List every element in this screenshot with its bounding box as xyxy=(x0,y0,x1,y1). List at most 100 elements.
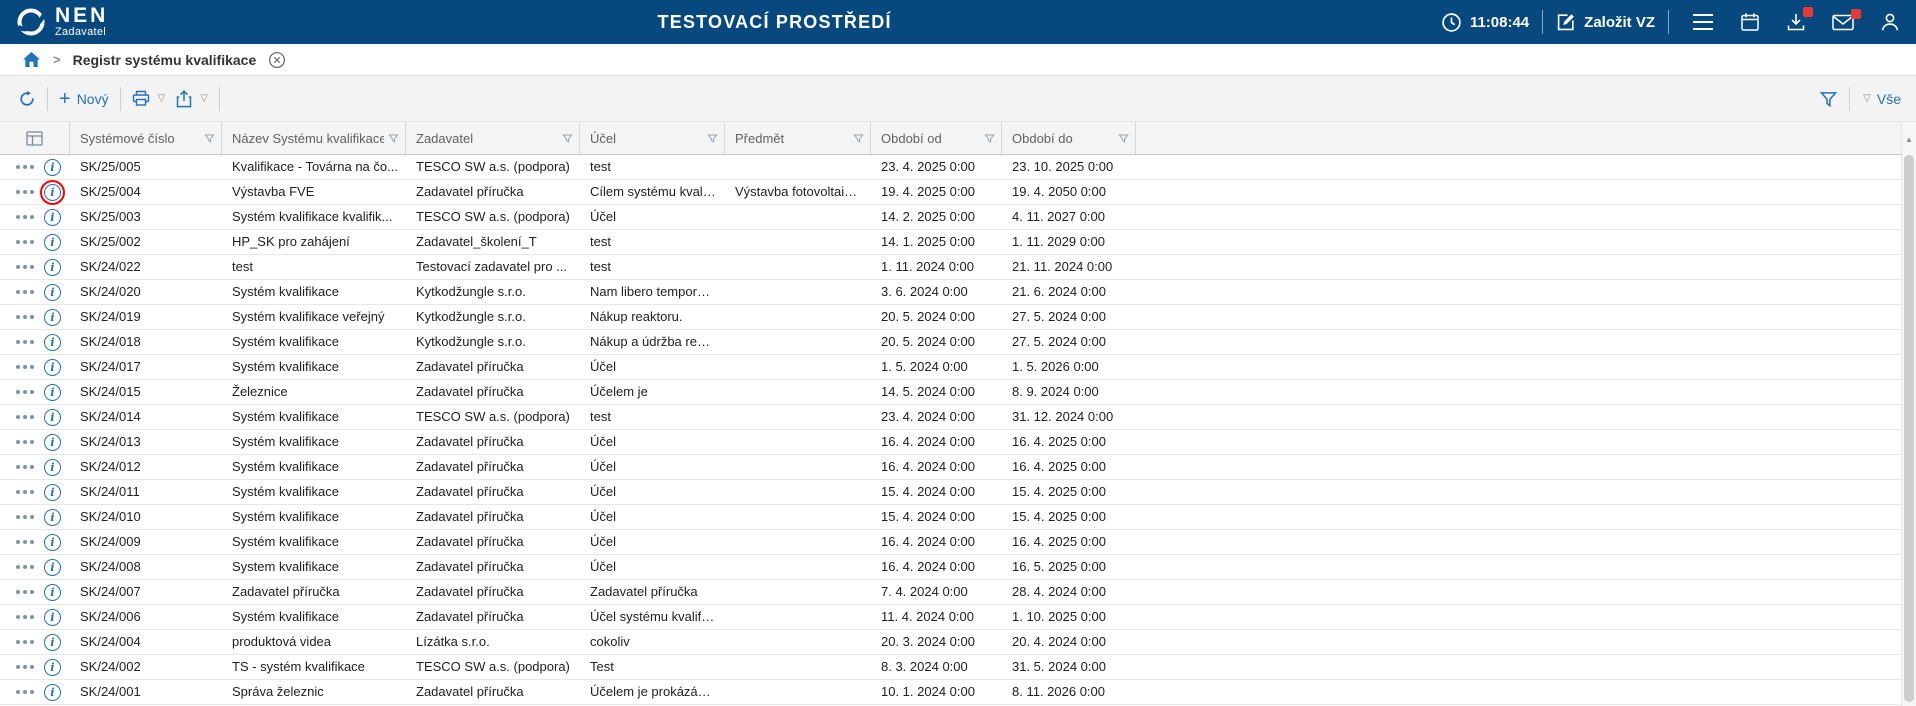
table-row[interactable]: iSK/24/015ŽelezniceZadavatel příručkaÚče… xyxy=(0,380,1901,405)
row-menu-icon[interactable] xyxy=(16,515,34,519)
row-info-icon[interactable]: i xyxy=(44,209,61,226)
row-info-icon[interactable]: i xyxy=(44,584,61,601)
table-row[interactable]: iSK/24/009Systém kvalifikaceZadavatel př… xyxy=(0,530,1901,555)
column-header-purpose[interactable]: Účel xyxy=(580,122,725,154)
create-vz-button[interactable]: Založit VZ xyxy=(1556,12,1655,32)
home-icon[interactable] xyxy=(22,51,41,68)
row-info-icon[interactable]: i xyxy=(44,434,61,451)
column-header-authority[interactable]: Zadavatel xyxy=(406,122,580,154)
row-info-icon[interactable]: i xyxy=(44,684,61,701)
row-info-icon[interactable]: i xyxy=(44,284,61,301)
calendar-button[interactable] xyxy=(1740,12,1760,32)
row-info-icon[interactable]: i xyxy=(44,559,61,576)
row-info-icon[interactable]: i xyxy=(44,309,61,326)
row-info-icon[interactable]: i xyxy=(44,459,61,476)
table-row[interactable]: iSK/24/002TS - systém kvalifikaceTESCO S… xyxy=(0,655,1901,680)
refresh-button[interactable] xyxy=(18,90,36,108)
column-filter-icon[interactable] xyxy=(562,133,573,144)
row-menu-icon[interactable] xyxy=(16,615,34,619)
row-menu-icon[interactable] xyxy=(16,440,34,444)
column-header-subject[interactable]: Předmět xyxy=(725,122,871,154)
table-row[interactable]: iSK/24/010Systém kvalifikaceZadavatel př… xyxy=(0,505,1901,530)
row-info-icon[interactable]: i xyxy=(44,659,61,676)
row-menu-icon[interactable] xyxy=(16,640,34,644)
row-menu-icon[interactable] xyxy=(16,190,34,194)
table-row[interactable]: iSK/24/018Systém kvalifikaceKytkodžungle… xyxy=(0,330,1901,355)
table-row[interactable]: iSK/24/007Zadavatel příručkaZadavatel př… xyxy=(0,580,1901,605)
row-menu-icon[interactable] xyxy=(16,415,34,419)
table-row[interactable]: iSK/25/003Systém kvalifikace kvalifik...… xyxy=(0,205,1901,230)
table-row[interactable]: iSK/24/012Systém kvalifikaceZadavatel př… xyxy=(0,455,1901,480)
column-filter-icon[interactable] xyxy=(984,133,995,144)
vertical-scrollbar[interactable]: ▲ xyxy=(1901,122,1916,706)
row-info-icon[interactable]: i xyxy=(44,484,61,501)
row-menu-icon[interactable] xyxy=(16,540,34,544)
table-row[interactable]: iSK/24/017Systém kvalifikaceZadavatel př… xyxy=(0,355,1901,380)
table-row[interactable]: iSK/24/013Systém kvalifikaceZadavatel př… xyxy=(0,430,1901,455)
table-row[interactable]: iSK/24/011Systém kvalifikaceZadavatel př… xyxy=(0,480,1901,505)
view-filter-select[interactable]: ▽ Vše xyxy=(1861,91,1901,107)
row-info-icon[interactable]: i xyxy=(44,359,61,376)
column-filter-icon[interactable] xyxy=(707,133,718,144)
row-menu-icon[interactable] xyxy=(16,165,34,169)
column-chooser-button[interactable] xyxy=(0,122,70,154)
table-row[interactable]: iSK/24/022testTestovací zadavatel pro ..… xyxy=(0,255,1901,280)
row-menu-icon[interactable] xyxy=(16,665,34,669)
row-menu-icon[interactable] xyxy=(16,565,34,569)
profile-button[interactable] xyxy=(1880,12,1900,32)
column-header-name[interactable]: Název Systému kvalifikace xyxy=(222,122,406,154)
column-header-period-to[interactable]: Období do xyxy=(1002,122,1136,154)
row-info-icon[interactable]: i xyxy=(44,159,61,176)
menu-button[interactable] xyxy=(1692,13,1714,31)
row-menu-icon[interactable] xyxy=(16,365,34,369)
column-header-period-from[interactable]: Období od xyxy=(871,122,1002,154)
row-menu-icon[interactable] xyxy=(16,290,34,294)
export-button[interactable]: ▽ xyxy=(176,90,208,108)
row-info-icon[interactable]: i xyxy=(44,384,61,401)
row-info-icon[interactable]: i xyxy=(44,409,61,426)
row-menu-icon[interactable] xyxy=(16,465,34,469)
close-tab-icon[interactable] xyxy=(268,51,286,69)
row-info-icon[interactable]: i xyxy=(44,259,61,276)
column-filter-icon[interactable] xyxy=(853,133,864,144)
table-row[interactable]: iSK/24/019Systém kvalifikace veřejnýKytk… xyxy=(0,305,1901,330)
row-info-icon[interactable]: i xyxy=(44,634,61,651)
row-menu-icon[interactable] xyxy=(16,265,34,269)
table-row[interactable]: iSK/25/002HP_SK pro zahájeníZadavatel_šk… xyxy=(0,230,1901,255)
column-filter-icon[interactable] xyxy=(388,133,399,144)
table-row[interactable]: iSK/24/014Systém kvalifikaceTESCO SW a.s… xyxy=(0,405,1901,430)
column-header-system-number[interactable]: Systémové číslo xyxy=(70,122,222,154)
table-row[interactable]: iSK/24/001Správa železnicZadavatel příru… xyxy=(0,680,1901,705)
table-row[interactable]: iSK/25/005Kvalifikace - Továrna na čo...… xyxy=(0,155,1901,180)
row-info-icon[interactable]: i xyxy=(44,234,61,251)
column-filter-icon[interactable] xyxy=(1118,133,1129,144)
row-info-icon[interactable]: i xyxy=(44,334,61,351)
row-info-icon[interactable]: i xyxy=(44,184,61,201)
row-menu-icon[interactable] xyxy=(16,390,34,394)
table-row[interactable]: iSK/24/006Systém kvalifikaceZadavatel př… xyxy=(0,605,1901,630)
row-menu-icon[interactable] xyxy=(16,590,34,594)
row-info-icon[interactable]: i xyxy=(44,534,61,551)
row-menu-icon[interactable] xyxy=(16,690,34,694)
row-menu-icon[interactable] xyxy=(16,340,34,344)
row-menu-icon[interactable] xyxy=(16,315,34,319)
print-button[interactable]: ▽ xyxy=(132,90,166,107)
table-row[interactable]: iSK/24/020Systém kvalifikaceKytkodžungle… xyxy=(0,280,1901,305)
page-title[interactable]: Registr systému kvalifikace xyxy=(73,52,257,68)
table-row[interactable]: iSK/24/004produktová videaLízátka s.r.o.… xyxy=(0,630,1901,655)
table-row[interactable]: iSK/24/008System kvalifikaceZadavatel př… xyxy=(0,555,1901,580)
scrollbar-thumb[interactable] xyxy=(1904,155,1914,702)
new-button[interactable]: + Nový xyxy=(59,91,109,107)
row-menu-icon[interactable] xyxy=(16,240,34,244)
row-menu-icon[interactable] xyxy=(16,215,34,219)
table-row[interactable]: iSK/25/004Výstavba FVEZadavatel příručka… xyxy=(0,180,1901,205)
app-logo[interactable]: NEN Zadavatel xyxy=(0,6,108,38)
scroll-up-icon[interactable]: ▲ xyxy=(1902,131,1916,147)
row-info-icon[interactable]: i xyxy=(44,509,61,526)
filter-button[interactable] xyxy=(1819,90,1838,108)
messages-button[interactable] xyxy=(1832,14,1854,31)
downloads-button[interactable] xyxy=(1786,12,1806,32)
row-info-icon[interactable]: i xyxy=(44,609,61,626)
row-menu-icon[interactable] xyxy=(16,490,34,494)
column-filter-icon[interactable] xyxy=(204,133,215,144)
